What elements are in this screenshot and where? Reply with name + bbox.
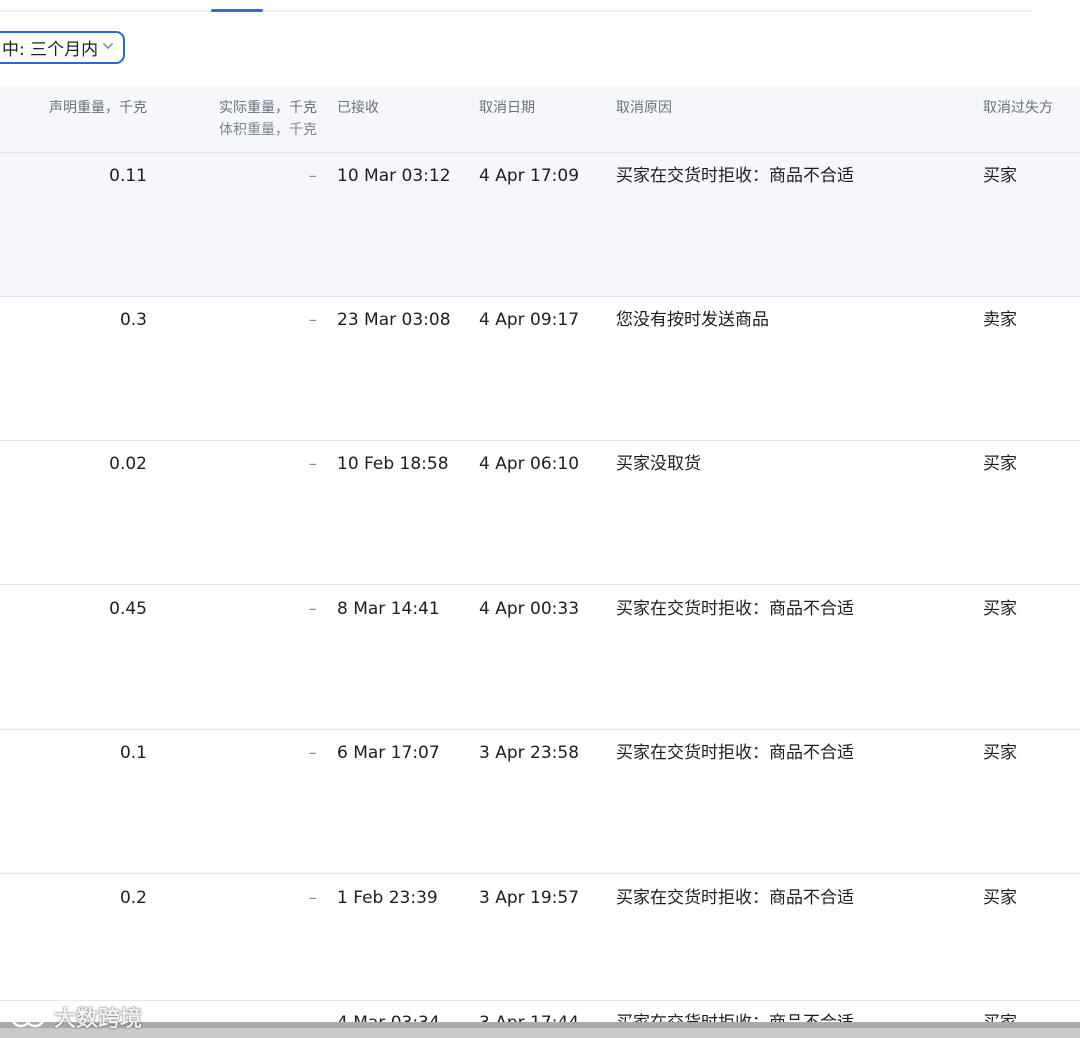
period-filter-dropdown[interactable]: 中: 三个月内	[0, 31, 125, 64]
table-row[interactable]: 0.02 – 10 Feb 18:58 4 Apr 06:10 买家没取货 买家	[0, 441, 1080, 585]
received-cell: 23 Mar 03:08	[337, 310, 451, 330]
header-cancel-reason: 取消原因	[616, 100, 672, 116]
table-row[interactable]: 0.45 – 8 Mar 14:41 4 Apr 00:33 买家在交货时拒收：…	[0, 586, 1080, 730]
header-declared-weight[interactable]: 声明重量，千克	[49, 97, 147, 119]
cancel-reason-cell: 买家在交货时拒收：商品不合适	[616, 166, 854, 186]
received-cell: 10 Feb 18:58	[337, 454, 449, 474]
declared-weight-cell: 0.02	[109, 454, 147, 474]
header-volume-weight-label: 体积重量，千克	[219, 122, 317, 138]
actual-weight-cell: –	[308, 743, 318, 763]
watermark-text: 大数跨境	[54, 1007, 143, 1032]
watermark-logo-icon	[10, 1006, 46, 1028]
cancel-reason-cell: 买家在交货时拒收：商品不合适	[616, 1011, 854, 1022]
received-cell: 6 Mar 17:07	[337, 743, 440, 763]
header-actual-weight[interactable]: 实际重量，千克 体积重量，千克	[219, 97, 317, 141]
header-fault-party: 取消过失方	[983, 100, 1053, 116]
header-cancel-date[interactable]: 取消日期	[479, 97, 535, 119]
declared-weight-cell: 0.11	[109, 166, 147, 186]
fault-party-cell: 买家	[983, 454, 1017, 474]
received-cell: 8 Mar 14:41	[337, 599, 440, 619]
cancel-reason-cell: 买家没取货	[616, 454, 701, 474]
fault-party-cell: 卖家	[983, 310, 1017, 330]
fault-party-cell: 买家	[983, 1011, 1017, 1022]
cancel-reason-cell: 买家在交货时拒收：商品不合适	[616, 599, 854, 619]
cancel-reason-cell: 您没有按时发送商品	[616, 310, 769, 330]
actual-weight-cell: –	[308, 599, 318, 619]
cancel-date-cell: 4 Apr 06:10	[479, 454, 580, 474]
received-cell: 10 Mar 03:12	[337, 166, 451, 186]
cancel-date-cell: 3 Apr 19:57	[479, 888, 580, 908]
cancel-date-cell: 4 Apr 00:33	[479, 599, 580, 619]
fault-party-cell: 买家	[983, 599, 1017, 619]
tab-strip-divider	[0, 10, 1032, 12]
declared-weight-cell: 0.2	[119, 888, 147, 908]
fault-party-cell: 买家	[983, 888, 1017, 908]
period-filter-label: 中: 三个月内	[2, 40, 99, 60]
header-actual-weight-label: 实际重量，千克	[219, 100, 317, 116]
cancel-date-cell: 3 Apr 23:58	[479, 743, 580, 763]
table-row[interactable]: 0.2 – 1 Feb 23:39 3 Apr 19:57 买家在交货时拒收：商…	[0, 875, 1080, 1001]
declared-weight-cell: 0.45	[109, 599, 147, 619]
horizontal-scrollbar-thumb[interactable]	[0, 1022, 1080, 1028]
cancel-date-cell: 3 Apr 17:44	[479, 1011, 579, 1022]
received-cell: 1 Feb 23:39	[337, 888, 438, 908]
watermark: 大数跨境	[8, 1001, 142, 1033]
received-cell: 4 Mar 03:34	[337, 1011, 440, 1022]
actual-weight-cell: –	[308, 888, 318, 908]
cancel-reason-cell: 买家在交货时拒收：商品不合适	[616, 743, 854, 763]
declared-weight-cell: 0.3	[119, 310, 147, 330]
declared-weight-cell: 0.1	[119, 743, 147, 763]
table-row[interactable]: 4 Mar 03:34 3 Apr 17:44 买家在交货时拒收：商品不合适 买…	[0, 1001, 1080, 1022]
fault-party-cell: 买家	[983, 743, 1017, 763]
chevron-down-icon	[103, 43, 113, 49]
cancel-date-cell: 4 Apr 17:09	[479, 166, 580, 186]
actual-weight-cell: –	[308, 310, 318, 330]
header-received[interactable]: 已接收	[337, 97, 379, 119]
fault-party-cell: 买家	[983, 166, 1017, 186]
cancel-reason-cell: 买家在交货时拒收：商品不合适	[616, 888, 854, 908]
cancel-date-cell: 4 Apr 09:17	[479, 310, 580, 330]
table-header: 声明重量，千克 实际重量，千克 体积重量，千克 已接收 取消日期 取消原因 取消…	[0, 86, 1080, 153]
table-row[interactable]: 0.1 – 6 Mar 17:07 3 Apr 23:58 买家在交货时拒收：商…	[0, 730, 1080, 874]
actual-weight-cell: –	[308, 454, 318, 474]
actual-weight-cell: –	[308, 166, 318, 186]
table-row[interactable]: 0.3 – 23 Mar 03:08 4 Apr 09:17 您没有按时发送商品…	[0, 297, 1080, 441]
table-row[interactable]: 0.11 – 10 Mar 03:12 4 Apr 17:09 买家在交货时拒收…	[0, 153, 1080, 297]
active-tab-indicator	[211, 9, 263, 12]
